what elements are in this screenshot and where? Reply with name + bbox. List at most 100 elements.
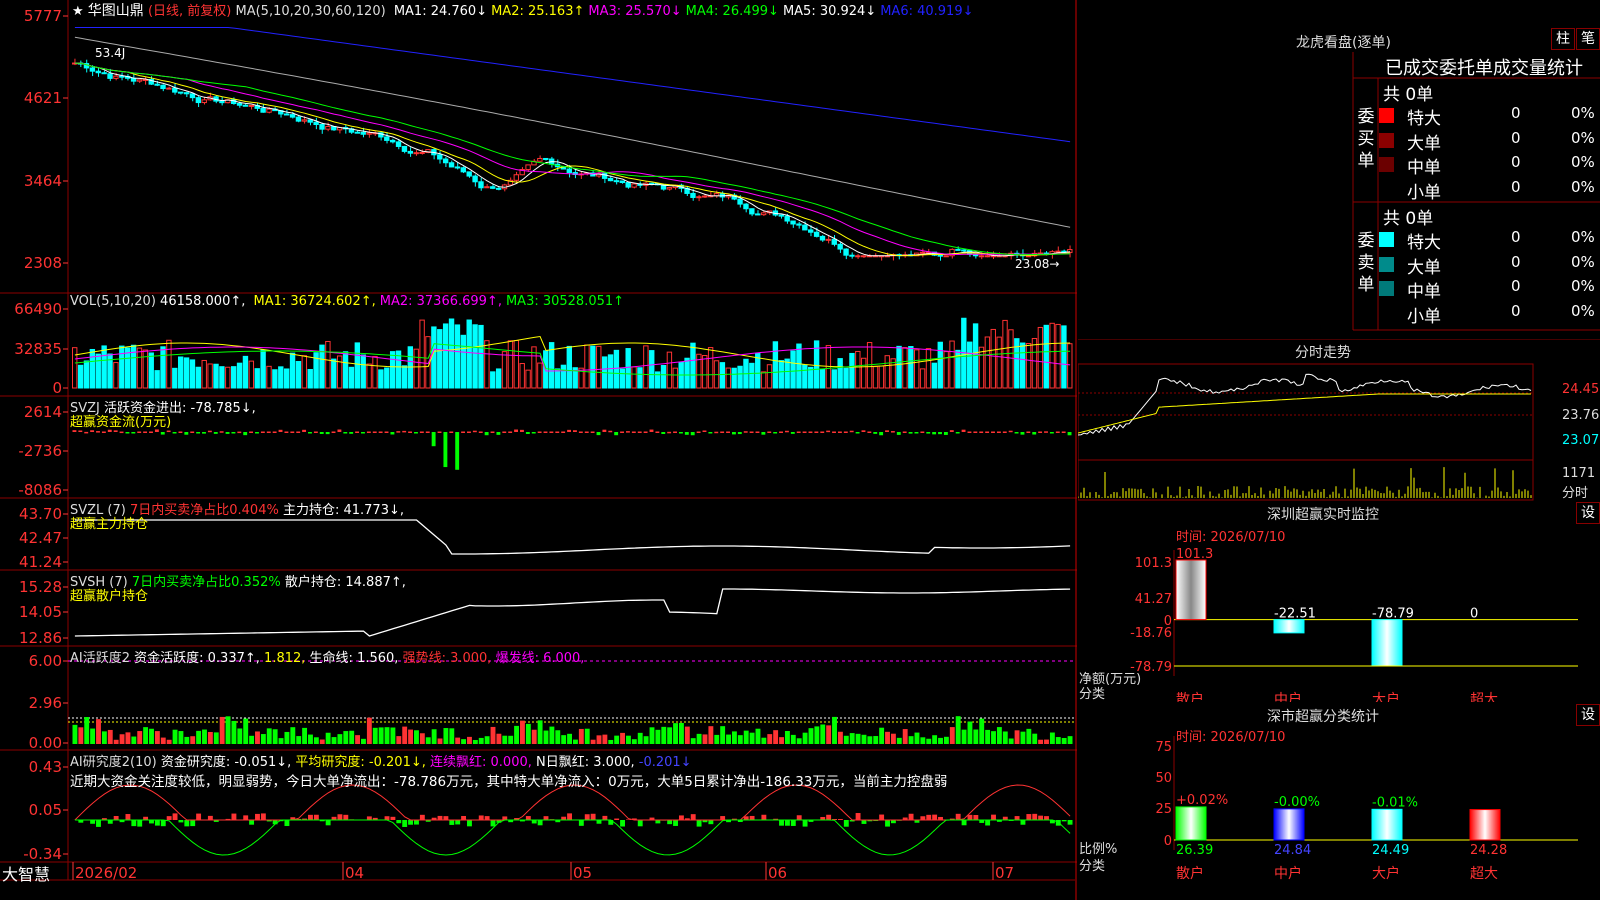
- volume-bar: [136, 347, 143, 389]
- monitor-bar: [1175, 559, 1207, 621]
- flow-bar: [372, 431, 377, 433]
- volume-bar: [507, 340, 514, 389]
- flow-bar: [967, 431, 972, 433]
- flow-bar: [614, 432, 619, 436]
- volume-bar: [248, 360, 255, 389]
- flow-bar: [620, 431, 624, 433]
- activity-bar: [996, 727, 1002, 744]
- flow-bar: [378, 431, 383, 433]
- activity-bar: [573, 739, 578, 744]
- flow-bar: [484, 432, 489, 436]
- activity-bar: [84, 717, 90, 744]
- candle: [384, 136, 390, 141]
- research-bar: [408, 820, 414, 825]
- flow-bar: [325, 432, 330, 435]
- candle: [401, 145, 408, 152]
- research-bar: [596, 820, 602, 824]
- star-icon[interactable]: ★: [72, 4, 84, 19]
- activity-bar: [72, 724, 78, 744]
- vol-ytick: 0: [52, 379, 62, 397]
- research-bar: [708, 820, 714, 825]
- ma-header: MA(5,10,20,30,60,120): [235, 4, 386, 19]
- period-label[interactable]: (日线, 前复权): [148, 4, 231, 19]
- flow-bar: [996, 431, 1001, 433]
- volume-bar: [460, 334, 467, 389]
- classify-ytick: 25: [1155, 802, 1172, 817]
- legend-swatch: [1379, 256, 1394, 272]
- volume-bar: [902, 347, 908, 389]
- activity-bar: [655, 729, 661, 744]
- activity-bar: [172, 729, 178, 744]
- candle: [625, 182, 631, 188]
- volume-bar: [737, 365, 743, 389]
- volume-bar: [790, 350, 796, 389]
- activity-bar: [702, 734, 708, 744]
- research-bar: [137, 820, 143, 827]
- volume-bar: [819, 368, 826, 389]
- flow-bar: [767, 431, 772, 433]
- legend-swatch: [1379, 108, 1394, 123]
- research-bar: [779, 820, 784, 826]
- monitor-ytick: -18.76: [1130, 626, 1172, 641]
- activity-bar: [543, 730, 549, 744]
- ai2-nred: N日飘红: 3.000,: [536, 755, 635, 770]
- flow-bar: [1026, 431, 1031, 433]
- volume-bar: [690, 342, 696, 389]
- flow-bar: [820, 431, 825, 433]
- activity-bar: [973, 729, 979, 744]
- activity-bar: [832, 716, 837, 744]
- candle: [743, 203, 749, 210]
- flow-bar: [313, 431, 318, 433]
- ma-line-4: [74, 62, 1071, 256]
- activity-bar: [520, 720, 525, 744]
- activity-bar: [96, 719, 101, 744]
- activity-bar: [325, 732, 331, 744]
- flow-bar: [731, 432, 736, 435]
- research-bar: [384, 816, 390, 820]
- volume-bar: [1067, 343, 1073, 389]
- research-bar: [1020, 820, 1026, 825]
- monitor-category: 散户: [1176, 691, 1204, 702]
- intraday-panel[interactable]: 分时走势 24.45 23.76 23.07 1171 分时: [1078, 340, 1600, 502]
- buy-order-block: 委买单 共 0单 特大 0 0% 大单 0 0% 中单 0 0% 小单 0 0%: [1355, 80, 1600, 203]
- research-bar: [255, 813, 260, 820]
- high-price-label: 53.4J: [95, 46, 125, 60]
- intraday-chart[interactable]: [1078, 340, 1600, 502]
- flow-bar: [926, 432, 931, 434]
- flow-bar: [96, 431, 100, 433]
- svsh-sub: 超赢散户持仓: [70, 589, 149, 604]
- classify-value: 24.49: [1372, 843, 1409, 858]
- research-bar: [1014, 816, 1020, 820]
- research-bar: [467, 820, 472, 827]
- research-bar: [325, 820, 331, 826]
- chart-area[interactable]: 53.4J 23.08→ 5777 4621 3464 2308 66490 32835 0 2…: [0, 0, 1077, 900]
- volume-bar: [584, 344, 590, 389]
- candle: [313, 121, 319, 126]
- candle: [631, 183, 637, 188]
- ai1-val2: 1.812,: [264, 651, 306, 666]
- sell-order-row: 特大 0 0%: [1379, 228, 1600, 253]
- classify-chart: 75 50 25 0 散户 +0.02% 中户 -0.00% 大户 -0.01% 超大 26.39 24…: [1155, 736, 1578, 882]
- candle: [301, 119, 308, 122]
- volume-bar: [260, 349, 266, 389]
- x-axis-label: 04: [345, 864, 364, 882]
- activity-bar: [101, 731, 107, 744]
- flow-bar: [90, 430, 95, 432]
- flow-bar: [784, 430, 789, 433]
- research-bar: [955, 813, 961, 820]
- activity-bar: [890, 733, 896, 744]
- activity-bar: [867, 736, 873, 744]
- research-bar: [437, 815, 443, 820]
- volume-bar: [1037, 326, 1044, 389]
- candle: [484, 186, 490, 189]
- activity-bar: [932, 735, 938, 744]
- classify-value: 24.84: [1274, 843, 1311, 858]
- volume-bar: [154, 370, 160, 389]
- volume-bar: [130, 344, 137, 389]
- activity-bar: [684, 726, 690, 744]
- volume-bar: [796, 343, 802, 389]
- volume-bar: [537, 362, 543, 389]
- flow-bar: [979, 431, 984, 433]
- flow-bar: [826, 430, 831, 433]
- volume-bar: [236, 362, 243, 389]
